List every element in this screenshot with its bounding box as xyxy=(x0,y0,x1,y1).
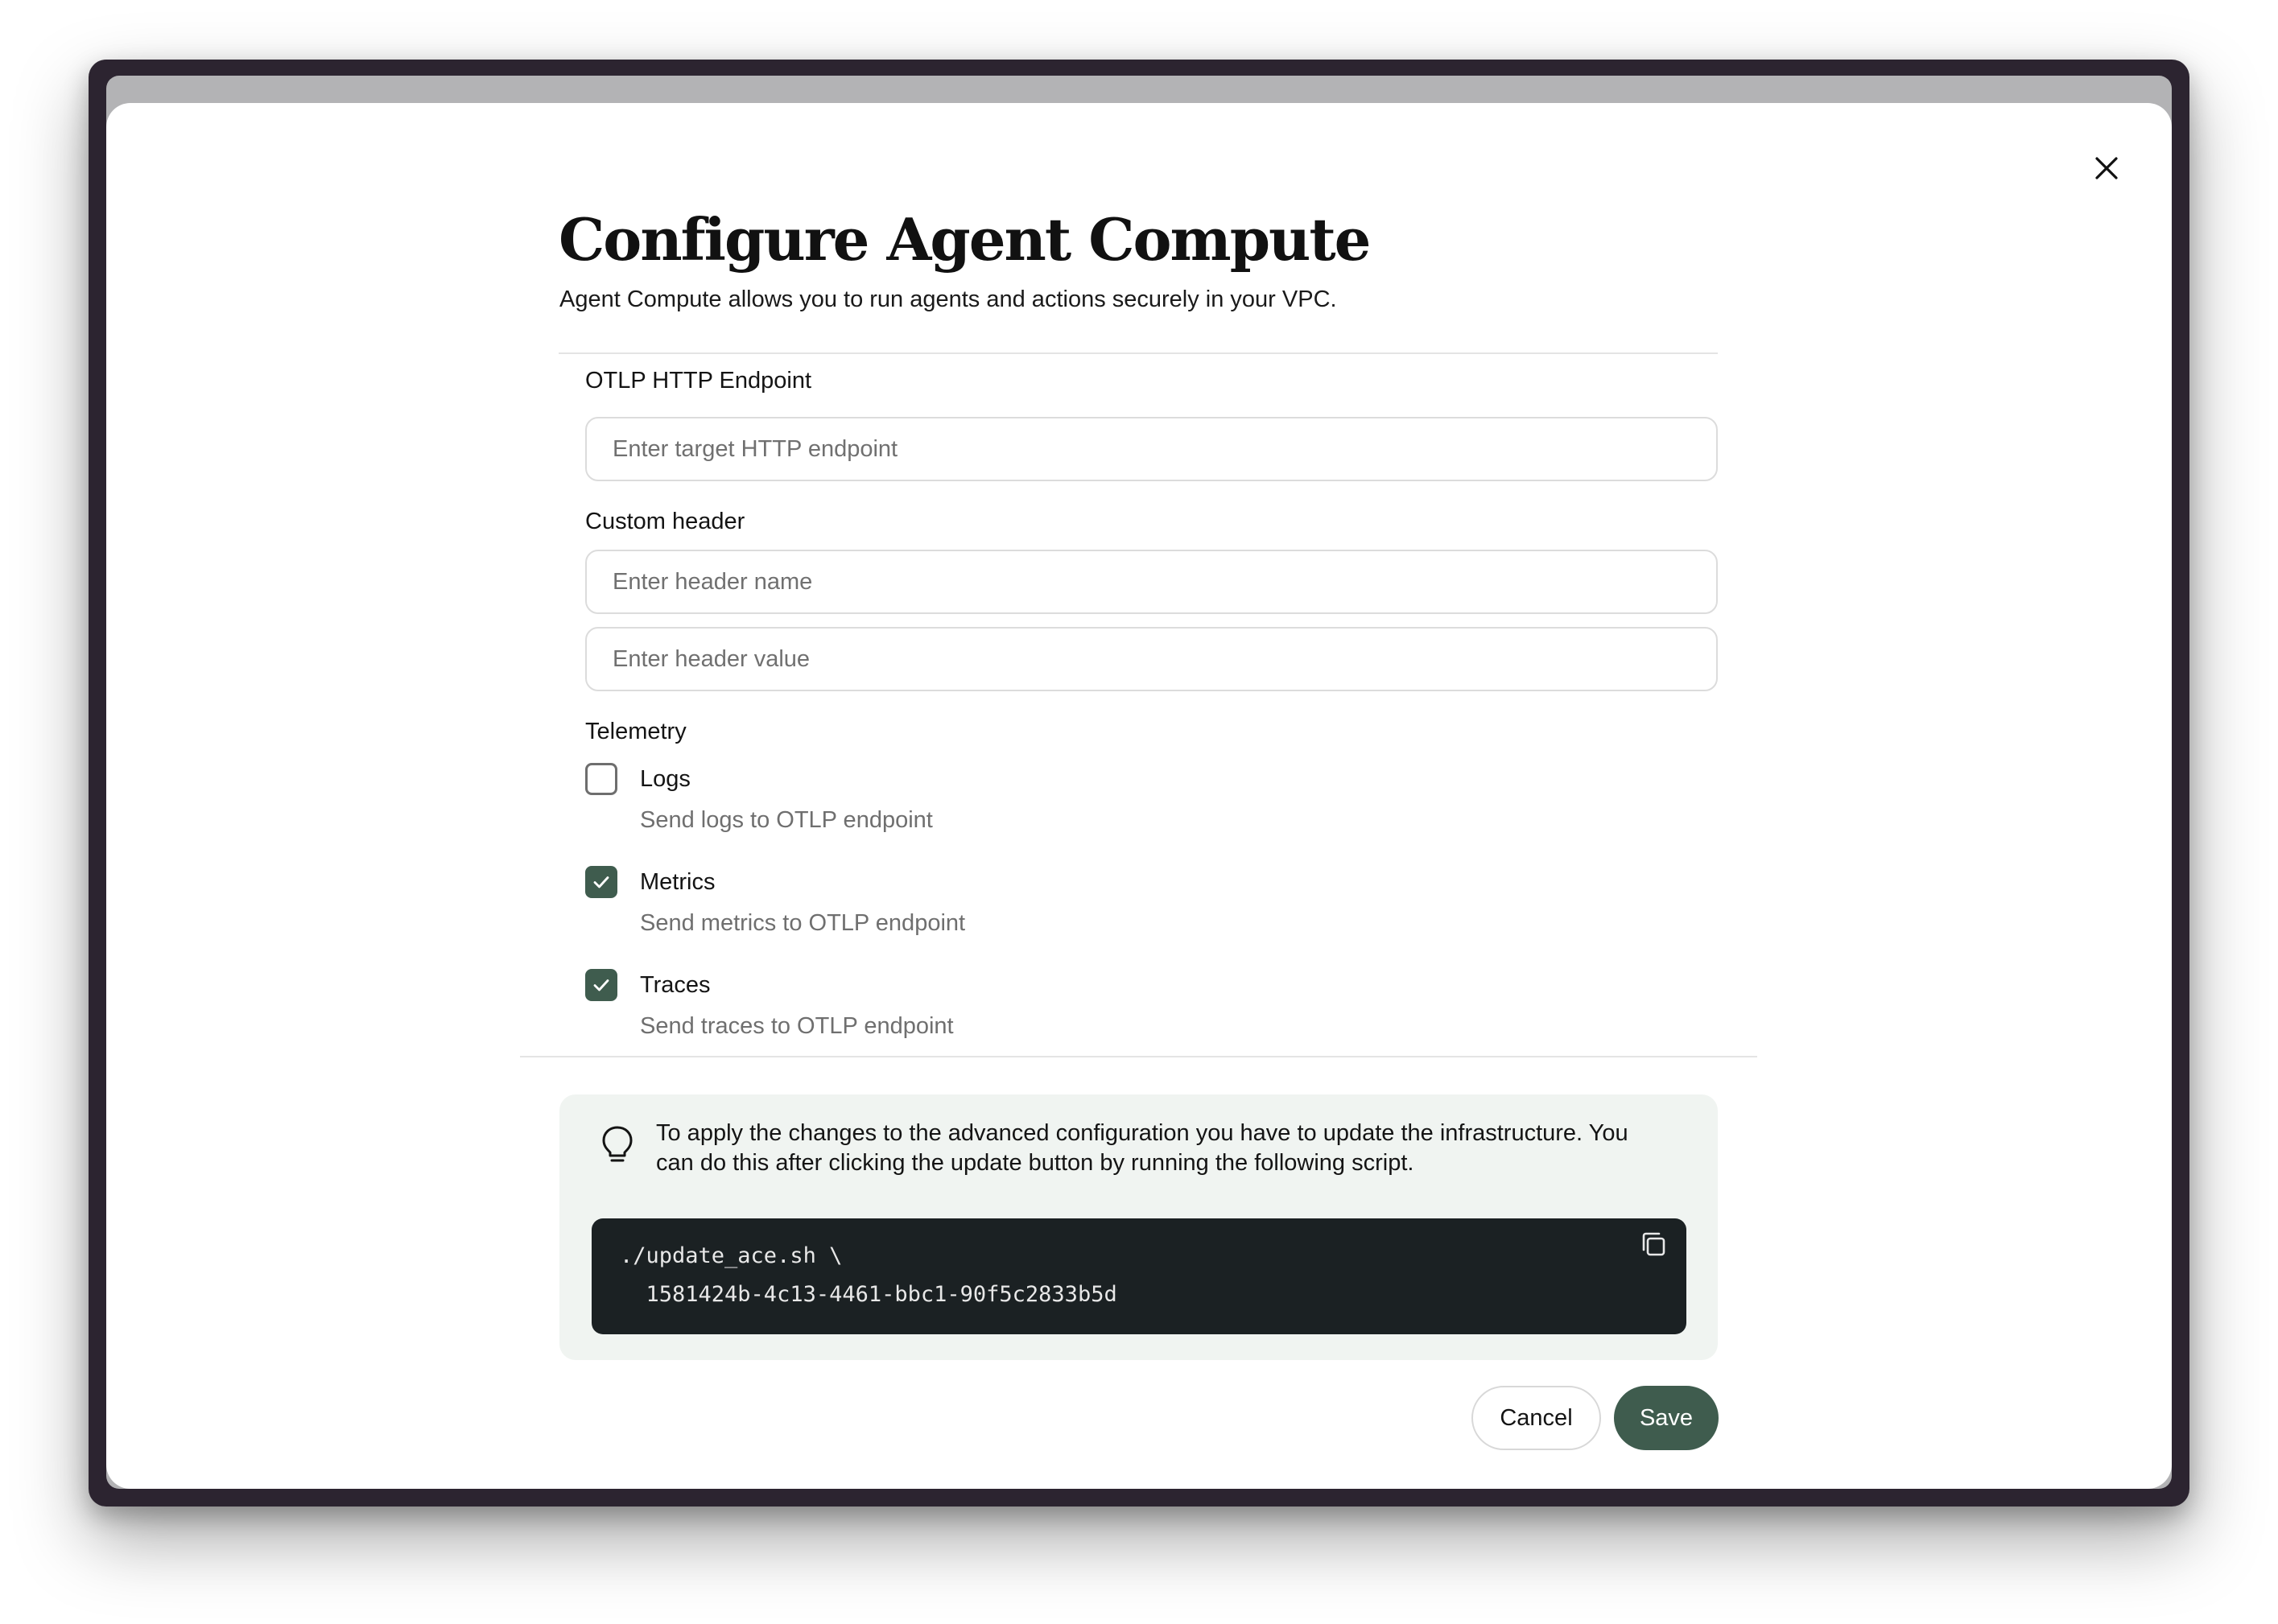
logs-label: Logs xyxy=(640,766,691,792)
divider xyxy=(559,352,1718,354)
dialog-title: Configure Agent Compute xyxy=(559,205,1371,274)
custom-header-label: Custom header xyxy=(585,509,745,534)
info-text: To apply the changes to the advanced con… xyxy=(656,1120,1628,1176)
telemetry-label: Telemetry xyxy=(585,719,687,744)
save-button[interactable]: Save xyxy=(1614,1386,1719,1450)
endpoint-input[interactable] xyxy=(585,417,1718,481)
logs-checkbox[interactable] xyxy=(585,763,617,795)
metrics-label: Metrics xyxy=(640,869,716,895)
cancel-button[interactable]: Cancel xyxy=(1471,1386,1601,1450)
close-button[interactable] xyxy=(2088,150,2125,187)
code-line: 1581424b-4c13-4461-bbc1-90f5c2833b5d xyxy=(620,1282,1117,1307)
traces-description: Send traces to OTLP endpoint xyxy=(640,1013,954,1039)
header-name-input[interactable] xyxy=(585,550,1718,614)
endpoint-label: OTLP HTTP Endpoint xyxy=(585,368,812,394)
dialog-subtitle: Agent Compute allows you to run agents a… xyxy=(559,286,1337,312)
traces-checkbox[interactable] xyxy=(585,969,617,1001)
logs-description: Send logs to OTLP endpoint xyxy=(640,807,933,833)
traces-label: Traces xyxy=(640,972,711,998)
checkmark-icon xyxy=(593,979,609,991)
copy-icon xyxy=(1642,1232,1665,1256)
metrics-checkbox[interactable] xyxy=(585,866,617,898)
code-block xyxy=(592,1218,1686,1334)
header-value-input[interactable] xyxy=(585,627,1718,691)
divider xyxy=(520,1056,1757,1057)
lightbulb-icon xyxy=(602,1126,633,1162)
close-icon xyxy=(2095,157,2118,179)
copy-button[interactable] xyxy=(1637,1228,1669,1260)
metrics-description: Send metrics to OTLP endpoint xyxy=(640,910,966,936)
code-line: ./update_ace.sh \ xyxy=(620,1243,843,1268)
checkmark-icon xyxy=(593,876,609,888)
